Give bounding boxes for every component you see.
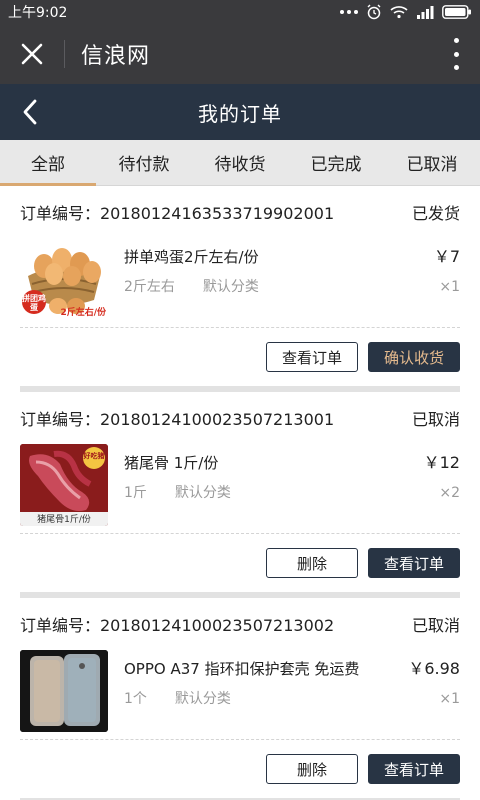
- product-category: 默认分类: [174, 691, 231, 707]
- tab-pending-receipt[interactable]: 待收货: [192, 140, 288, 185]
- delete-order-button[interactable]: 删除: [266, 754, 358, 784]
- order-actions: 删除 查看订单: [20, 740, 460, 798]
- more-dots-icon: [340, 10, 358, 14]
- order-status: 已取消: [411, 616, 460, 635]
- product-category: 默认分类: [174, 485, 231, 501]
- status-icons: [340, 4, 472, 20]
- close-button[interactable]: [0, 24, 64, 84]
- status-bar: 上午9:02: [0, 0, 480, 24]
- back-button[interactable]: [16, 98, 44, 126]
- divider: [64, 40, 65, 68]
- order-header: 订单编号：20180124100023507213002 已取消: [20, 598, 460, 650]
- thumb-caption: 猪尾骨1斤/份: [37, 515, 91, 525]
- order-item[interactable]: OPPO A37 指环扣保护套壳 免运费 1个 默认分类 ￥6.98 ×1: [20, 650, 460, 740]
- order-card: 订单编号：20180124163533719902001 已发货 拼团鸡蛋 2斤…: [20, 186, 460, 386]
- tab-completed[interactable]: 已完成: [288, 140, 384, 185]
- delete-order-button[interactable]: 删除: [266, 548, 358, 578]
- order-item[interactable]: 拼团鸡蛋 2斤左右/份 拼单鸡蛋2斤左右/份 2斤左右 默认分类 ￥7 ×1: [20, 238, 460, 328]
- more-menu-button[interactable]: [450, 38, 462, 70]
- product-price: ￥12: [423, 453, 460, 472]
- order-number: 订单编号：20180124163533719902001: [20, 204, 335, 223]
- status-time: 上午9:02: [8, 5, 68, 21]
- order-tabs: 全部 待付款 待收货 已完成 已取消: [0, 140, 480, 186]
- product-quantity: ×1: [439, 279, 460, 295]
- product-meta: 1个 默认分类: [124, 688, 390, 710]
- wifi-icon: [390, 6, 408, 19]
- order-status: 已取消: [411, 410, 460, 429]
- chevron-left-icon: [23, 99, 37, 125]
- order-card: 订单编号：20180124100023507213001 已取消 好吃猪 猪尾骨…: [20, 392, 460, 592]
- product-thumbnail-pork-tail: 好吃猪 猪尾骨1斤/份: [20, 444, 108, 526]
- order-header: 订单编号：20180124163533719902001 已发货: [20, 186, 460, 238]
- product-quantity: ×1: [439, 691, 460, 707]
- close-icon: [21, 43, 43, 65]
- thumb-badge: 拼团鸡蛋: [22, 294, 46, 312]
- order-actions: 删除 查看订单: [20, 534, 460, 592]
- product-spec: 2斤左右: [124, 279, 175, 295]
- order-number: 订单编号：20180124100023507213002: [20, 616, 335, 635]
- product-name: OPPO A37 指环扣保护套壳 免运费: [124, 660, 360, 678]
- product-spec: 1斤: [124, 485, 147, 501]
- order-item[interactable]: 好吃猪 猪尾骨1斤/份 猪尾骨 1斤/份 1斤 默认分类 ￥12 ×2: [20, 444, 460, 534]
- order-actions: 查看订单 确认收货: [20, 328, 460, 386]
- product-quantity: ×2: [439, 485, 460, 501]
- tab-all[interactable]: 全部: [0, 140, 96, 186]
- more-vertical-icon: [453, 38, 459, 43]
- tab-pending-payment[interactable]: 待付款: [96, 140, 192, 185]
- alarm-icon: [367, 4, 381, 20]
- product-price: ￥6.98: [408, 659, 460, 678]
- confirm-receipt-button[interactable]: 确认收货: [368, 342, 460, 372]
- order-number: 订单编号：20180124100023507213001: [20, 410, 335, 429]
- product-meta: 1斤 默认分类: [124, 482, 390, 504]
- webview-title-bar: 信浪网: [0, 24, 480, 84]
- page-header: 我的订单: [0, 84, 480, 140]
- product-price: ￥7: [433, 247, 460, 266]
- product-category: 默认分类: [202, 279, 259, 295]
- product-thumbnail-phone-case: [20, 650, 108, 732]
- thumb-caption: 2斤左右/份: [60, 308, 106, 318]
- tab-cancelled[interactable]: 已取消: [384, 140, 480, 185]
- view-order-button[interactable]: 查看订单: [368, 754, 460, 784]
- view-order-button[interactable]: 查看订单: [266, 342, 358, 372]
- battery-icon: [442, 5, 471, 19]
- product-thumbnail-eggs: 拼团鸡蛋 2斤左右/份: [20, 238, 108, 320]
- view-order-button[interactable]: 查看订单: [368, 548, 460, 578]
- signal-icon: [417, 6, 434, 19]
- order-header: 订单编号：20180124100023507213001 已取消: [20, 392, 460, 444]
- order-card: 订单编号：20180124100023507213002 已取消 OPPO A3…: [20, 598, 460, 798]
- product-spec: 1个: [124, 691, 147, 707]
- order-status: 已发货: [411, 204, 460, 223]
- product-name: 拼单鸡蛋2斤左右/份: [124, 248, 259, 266]
- page-title: 我的订单: [198, 101, 282, 126]
- webview-title: 信浪网: [81, 44, 151, 69]
- product-name: 猪尾骨 1斤/份: [124, 454, 219, 472]
- thumb-badge: 好吃猪: [83, 452, 105, 460]
- order-list: 订单编号：20180124163533719902001 已发货 拼团鸡蛋 2斤…: [0, 186, 480, 800]
- product-meta: 2斤左右 默认分类: [124, 276, 390, 298]
